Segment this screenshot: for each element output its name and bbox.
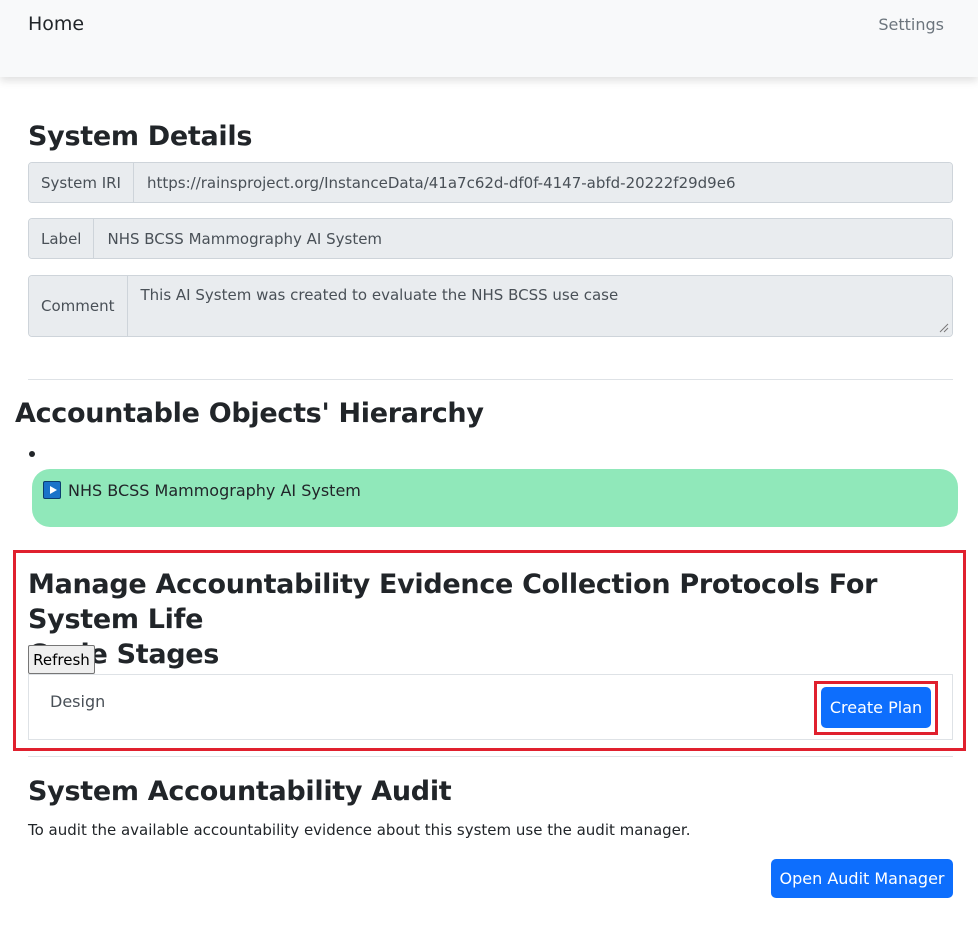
stage-name: Design <box>50 692 106 711</box>
system-details-heading: System Details <box>28 121 253 152</box>
audit-heading: System Accountability Audit <box>28 776 452 807</box>
resize-grip-icon[interactable] <box>939 323 949 333</box>
protocols-heading-line1: Manage Accountability Evidence Collectio… <box>28 569 878 635</box>
system-iri-field[interactable]: https://rainsproject.org/InstanceData/41… <box>133 163 952 202</box>
top-navbar: Home Settings <box>0 0 978 77</box>
system-iri-group: System IRI https://rainsproject.org/Inst… <box>28 162 953 203</box>
label-field[interactable]: NHS BCSS Mammography AI System <box>94 219 952 258</box>
refresh-button[interactable]: Refresh <box>28 645 95 674</box>
comment-text: This AI System was created to evaluate t… <box>140 286 619 304</box>
hierarchy-heading: Accountable Objects' Hierarchy <box>15 398 484 429</box>
system-iri-label: System IRI <box>29 163 134 202</box>
nav-home-link[interactable]: Home <box>28 13 84 35</box>
label-group: Label NHS BCSS Mammography AI System <box>28 218 953 259</box>
create-plan-button[interactable]: Create Plan <box>821 687 931 728</box>
comment-label: Comment <box>29 276 128 336</box>
play-icon[interactable] <box>43 481 61 499</box>
tree-node-label: NHS BCSS Mammography AI System <box>68 481 361 500</box>
label-label: Label <box>29 219 95 258</box>
audit-description: To audit the available accountability ev… <box>28 821 691 839</box>
section-divider-2 <box>28 756 953 757</box>
open-audit-manager-button[interactable]: Open Audit Manager <box>771 859 953 898</box>
section-divider <box>28 379 953 380</box>
comment-group: Comment This AI System was created to ev… <box>28 275 953 337</box>
list-bullet <box>29 451 35 457</box>
nav-settings-link[interactable]: Settings <box>878 15 944 34</box>
protocols-heading: Manage Accountability Evidence Collectio… <box>28 567 978 672</box>
tree-node-root[interactable]: NHS BCSS Mammography AI System <box>32 469 958 527</box>
comment-textarea[interactable]: This AI System was created to evaluate t… <box>127 276 952 336</box>
